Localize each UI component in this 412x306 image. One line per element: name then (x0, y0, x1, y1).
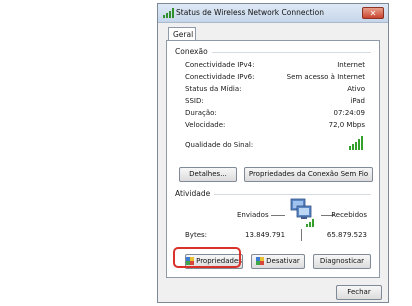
speed-label: Velocidade: (185, 121, 226, 129)
diagnose-button[interactable]: Diagnosticar (313, 254, 371, 269)
duration-label: Duração: (185, 109, 217, 117)
ipv4-label: Conectividade IPv4: (185, 61, 255, 69)
duration-value: 07:24:09 (333, 109, 365, 117)
activity-group-label: Atividade (175, 189, 215, 198)
bytes-sent-value: 13.849.791 (245, 231, 286, 239)
close-window-button[interactable]: ✕ (362, 7, 384, 19)
signal-quality-label: Qualidade do Sinal: (185, 141, 254, 149)
bytes-received-value: 65.879.523 (326, 231, 367, 239)
media-status-label: Status da Mídia: (185, 85, 242, 93)
properties-highlight (173, 247, 241, 268)
group-divider (207, 52, 371, 53)
ssid-value: iPad (350, 97, 365, 105)
ipv6-value: Sem acesso à Internet (286, 73, 365, 81)
signal-strength-icon (349, 136, 363, 150)
disable-button[interactable]: Desativar (251, 254, 305, 269)
close-button[interactable]: Fechar (336, 285, 382, 300)
connection-group-label: Conexão (175, 47, 212, 56)
disable-button-label: Desativar (266, 257, 300, 265)
wireless-properties-button[interactable]: Propriedades da Conexão Sem Fio (244, 167, 373, 182)
media-status-value: Ativo (347, 85, 365, 93)
group-divider (211, 194, 371, 195)
network-computers-icon (290, 198, 314, 227)
bytes-label: Bytes: (185, 231, 208, 239)
tab-general[interactable]: Geral (168, 27, 196, 41)
window-title: Status de Wireless Network Connection (176, 8, 324, 17)
received-label: Recebidos (331, 211, 367, 219)
ipv4-value: Internet (337, 61, 365, 69)
wireless-signal-icon (163, 8, 174, 18)
sent-line (271, 215, 285, 216)
speed-value: 72,0 Mbps (328, 121, 365, 129)
ssid-label: SSID: (185, 97, 204, 105)
ipv6-label: Conectividade IPv6: (185, 73, 255, 81)
shield-icon (256, 257, 265, 265)
general-panel: Conexão Conectividade IPv4: Internet Con… (166, 40, 380, 278)
details-button[interactable]: Detalhes... (179, 167, 237, 182)
sent-label: Enviados (237, 211, 269, 219)
activity-divider (301, 229, 302, 241)
title-bar[interactable]: Status de Wireless Network Connection ✕ (158, 4, 388, 23)
